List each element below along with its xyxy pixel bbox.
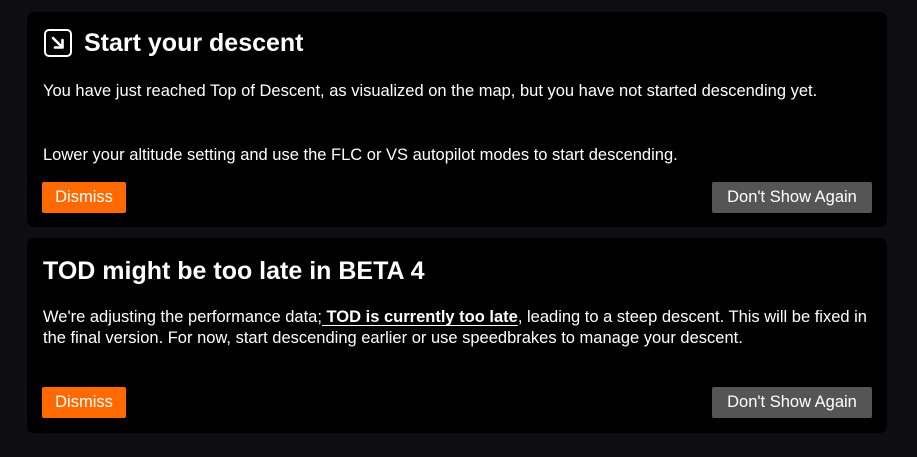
notification-message: You have just reached Top of Descent, as… bbox=[43, 82, 818, 100]
arrow-down-right-icon bbox=[44, 29, 72, 57]
notification-title: Start your descent bbox=[84, 29, 304, 57]
beta-notice-card: TOD might be too late in BETA 4 We're ad… bbox=[27, 238, 887, 433]
dont-show-again-button[interactable]: Don't Show Again bbox=[712, 182, 872, 213]
message-text: We're adjusting the performance data; bbox=[43, 308, 322, 326]
notification-message: We're adjusting the performance data; TO… bbox=[43, 307, 873, 349]
dismiss-button[interactable]: Dismiss bbox=[42, 387, 126, 418]
notification-title-row: Start your descent bbox=[44, 28, 304, 58]
dont-show-again-button[interactable]: Don't Show Again bbox=[712, 387, 872, 418]
notification-instruction: Lower your altitude setting and use the … bbox=[43, 146, 678, 164]
dismiss-button[interactable]: Dismiss bbox=[42, 182, 126, 213]
notification-title: TOD might be too late in BETA 4 bbox=[43, 257, 425, 285]
highlighted-text: TOD is currently too late bbox=[321, 308, 518, 326]
descent-notification-card: Start your descent You have just reached… bbox=[27, 12, 887, 227]
